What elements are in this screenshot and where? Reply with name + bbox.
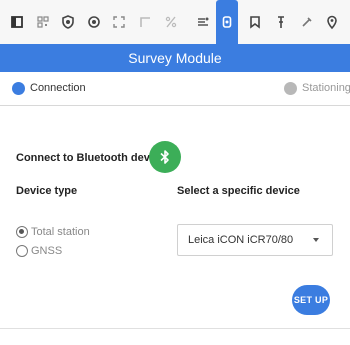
module-title: Survey Module — [128, 50, 222, 66]
percent-icon[interactable] — [158, 0, 184, 44]
step-stationing-label[interactable]: Stationing — [302, 82, 350, 95]
device-type-label: Device type — [16, 185, 78, 197]
list-icon[interactable] — [190, 0, 216, 44]
pin-icon[interactable] — [268, 0, 294, 44]
qr-code-icon[interactable] — [30, 0, 56, 44]
survey-device-icon[interactable] — [216, 0, 238, 44]
module-title-bar: Survey Module — [0, 44, 350, 72]
step-connection-indicator[interactable] — [12, 82, 25, 95]
bluetooth-button[interactable] — [149, 141, 181, 173]
bluetooth-connect-label: Connect to Bluetooth device — [16, 152, 166, 164]
specific-device-label: Select a specific device — [177, 185, 300, 197]
stepper: Connection Stationing — [0, 72, 350, 106]
location-icon[interactable] — [319, 0, 345, 44]
divider — [0, 328, 350, 329]
radio-gnss-indicator[interactable] — [16, 245, 28, 257]
target-icon[interactable] — [81, 0, 107, 44]
step-stationing-indicator[interactable] — [284, 82, 297, 95]
window-icon[interactable] — [4, 0, 30, 44]
radio-total-station-label[interactable]: Total station — [31, 226, 90, 238]
tools-icon[interactable] — [294, 0, 320, 44]
step-connection-label[interactable]: Connection — [30, 82, 86, 95]
radio-total-station[interactable]: Total station — [16, 226, 90, 238]
bluetooth-icon — [160, 150, 169, 164]
setup-button[interactable]: SET UP — [292, 285, 330, 315]
toolbar — [0, 0, 350, 44]
corner-icon[interactable] — [132, 0, 158, 44]
radio-gnss[interactable]: GNSS — [16, 245, 62, 257]
expand-icon[interactable] — [106, 0, 132, 44]
shield-icon[interactable] — [55, 0, 81, 44]
bookmark-icon[interactable] — [242, 0, 268, 44]
device-select[interactable]: Leica iCON iCR70/80 — [177, 224, 333, 256]
radio-total-station-indicator[interactable] — [16, 226, 28, 238]
radio-gnss-label[interactable]: GNSS — [31, 245, 62, 257]
chevron-down-icon — [313, 238, 319, 242]
device-select-value: Leica iCON iCR70/80 — [188, 234, 294, 246]
